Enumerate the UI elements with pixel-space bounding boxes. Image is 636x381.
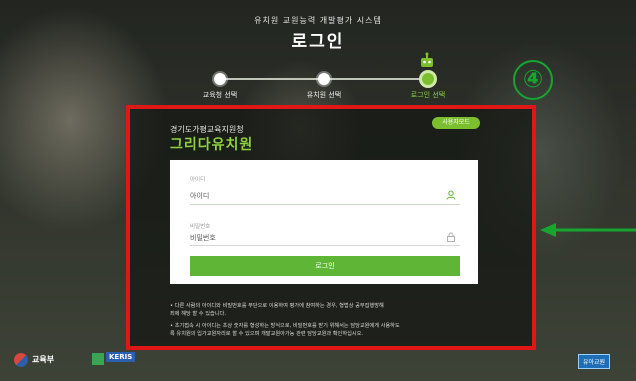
ministry-logo-text: 교육부: [32, 355, 55, 364]
step-2-dot: [318, 73, 330, 85]
password-input[interactable]: 비밀번호: [190, 233, 216, 243]
login-button[interactable]: 로그인: [190, 256, 460, 276]
id-field-label: 아이디: [190, 177, 206, 183]
id-input[interactable]: 아이디: [190, 191, 209, 201]
keris-mark-icon: [92, 353, 104, 365]
password-field-underline: [190, 245, 460, 246]
user-mode-button[interactable]: 사용자모드: [432, 117, 480, 129]
id-field-underline: [190, 204, 460, 205]
keris-logo[interactable]: KERIS: [92, 351, 138, 367]
notice-line-3: • 초기접속 시 아이디는 초상 숫자를 형성하는 방식으로, 비밀번호를 받기…: [170, 323, 400, 329]
step-2-label[interactable]: 유치원 선택: [284, 90, 364, 100]
system-title: 유치원 교원능력 개발평가 시스템: [254, 16, 382, 25]
lock-icon: [447, 232, 455, 242]
annotation-number-badge: ④: [513, 60, 553, 100]
user-icon: [446, 190, 456, 200]
ministry-emblem-icon: [14, 353, 28, 367]
annotation-arrow-icon: [540, 223, 636, 237]
notice-line-2: 죄에 해당 할 수 있습니다.: [170, 311, 226, 317]
step-1-dot: [214, 73, 226, 85]
notice-line-1: • 다른 사람의 아이디와 비밀번호를 무단으로 이용하여 평가에 참여하는 경…: [170, 303, 384, 309]
keris-logo-text: KERIS: [106, 352, 136, 362]
password-field-label: 비밀번호: [190, 224, 211, 230]
kindergarten-name: 그리다유치원: [170, 137, 254, 153]
step-3-dot: [422, 73, 434, 85]
right-footer-logo-text: 유아교원: [578, 354, 611, 369]
step-1-label[interactable]: 교육청 선택: [180, 90, 260, 100]
ministry-logo[interactable]: 교육부: [14, 351, 70, 367]
notice-line-4: 록 유치원의 입가교원자리로 할 수 있으며 개발교원아가능 관련 담당교원과 …: [170, 331, 364, 337]
step-3-label: 로그인 선택: [410, 91, 446, 99]
robot-icon: [421, 52, 433, 67]
right-footer-logo[interactable]: 유아교원: [578, 352, 628, 370]
page-title: 로그인: [291, 32, 345, 52]
